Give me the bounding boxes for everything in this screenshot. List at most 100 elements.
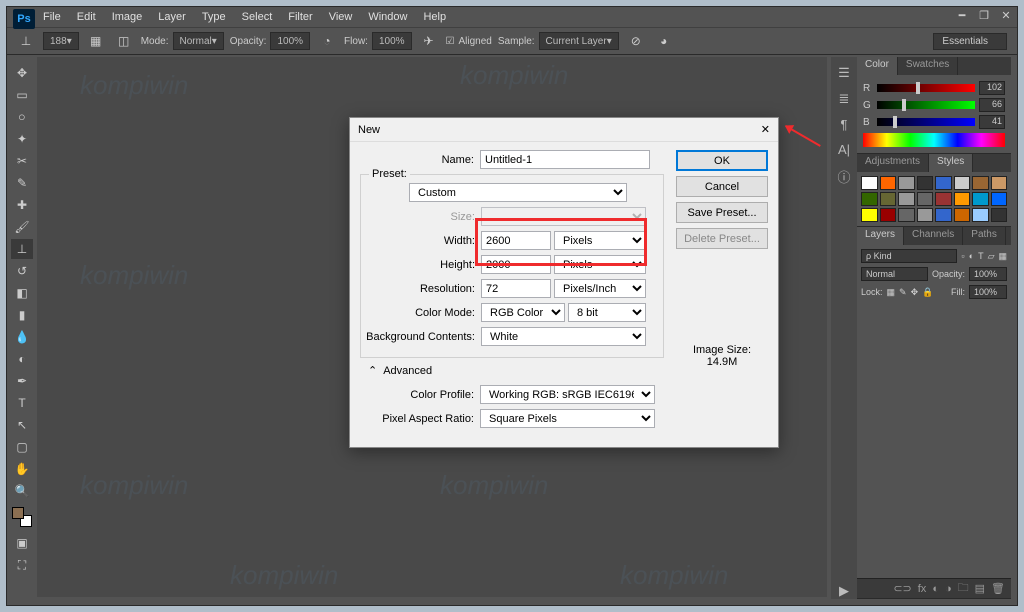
pen-tool[interactable]: ✒ (11, 371, 33, 391)
clone-stamp-tool[interactable]: ⊥ (11, 239, 33, 259)
wand-tool[interactable]: ✦ (11, 129, 33, 149)
eyedropper-tool[interactable]: ✎ (11, 173, 33, 193)
menu-image[interactable]: Image (112, 11, 143, 23)
filter-shape-icon[interactable]: ▱ (988, 251, 995, 262)
cancel-button[interactable]: Cancel (676, 176, 768, 197)
info-panel-icon[interactable]: A| (838, 142, 850, 157)
menu-file[interactable]: File (43, 11, 61, 23)
mb-icon[interactable]: ▶ (839, 583, 849, 599)
fill-value[interactable]: 100% (969, 285, 1007, 299)
lock-pix-icon[interactable]: ▦ (887, 287, 896, 298)
name-input[interactable] (480, 150, 650, 169)
blur-tool[interactable]: 💧 (11, 327, 33, 347)
eraser-tool[interactable]: ◧ (11, 283, 33, 303)
screenmode-icon[interactable]: ⛶ (11, 555, 33, 575)
menu-layer[interactable]: Layer (158, 11, 186, 23)
layer-filter[interactable]: ρ Kind (861, 249, 957, 263)
layer-opacity-value[interactable]: 100% (969, 267, 1007, 281)
crop-tool[interactable]: ✂ (11, 151, 33, 171)
healing-tool[interactable]: ✚ (11, 195, 33, 215)
mask-icon[interactable]: ◐ (932, 583, 939, 595)
workspace-switcher[interactable]: Essentials (933, 33, 1007, 50)
lock-all-icon[interactable]: ✥ (911, 287, 919, 298)
b-slider[interactable] (877, 118, 975, 126)
maximize-icon[interactable]: ❐ (977, 9, 991, 22)
brush-tool[interactable]: 🖌 (11, 217, 33, 237)
new-layer-icon[interactable]: ▤ (975, 582, 985, 595)
nav-panel-icon[interactable]: ⓘ (837, 167, 850, 186)
height-unit[interactable]: Pixels (554, 255, 646, 274)
trash-icon[interactable]: 🗑 (991, 582, 1005, 595)
resolution-unit[interactable]: Pixels/Inch (554, 279, 646, 298)
mode-select[interactable]: Normal ▾ (173, 32, 224, 50)
tab-paths[interactable]: Paths (963, 227, 1006, 245)
filter-adj-icon[interactable]: ◐ (969, 251, 974, 261)
tab-styles[interactable]: Styles (929, 154, 973, 172)
fx-icon[interactable]: fx (918, 583, 927, 595)
tab-swatches[interactable]: Swatches (898, 57, 958, 75)
b-value[interactable]: 41 (979, 115, 1005, 129)
move-tool[interactable]: ✥ (11, 63, 33, 83)
advanced-label[interactable]: Advanced (383, 365, 432, 377)
quickmask-icon[interactable]: ▣ (11, 533, 33, 553)
save-preset-button[interactable]: Save Preset... (676, 202, 768, 223)
resolution-input[interactable] (481, 279, 551, 298)
menu-select[interactable]: Select (242, 11, 273, 23)
lasso-tool[interactable]: ဝ (11, 107, 33, 127)
menu-filter[interactable]: Filter (288, 11, 312, 23)
flow-field[interactable]: 100% (372, 32, 412, 50)
par-select[interactable]: Square Pixels (480, 409, 655, 428)
marquee-tool[interactable]: ▭ (11, 85, 33, 105)
brush-panel-icon[interactable]: ▦ (85, 31, 107, 51)
menu-bar[interactable]: File Edit Image Layer Type Select Filter… (7, 7, 1017, 27)
opacity-field[interactable]: 100% (270, 32, 310, 50)
menu-view[interactable]: View (329, 11, 353, 23)
colormode-select[interactable]: RGB Color (481, 303, 565, 322)
height-input[interactable] (481, 255, 551, 274)
ok-button[interactable]: OK (676, 150, 768, 171)
menu-edit[interactable]: Edit (77, 11, 96, 23)
filter-type-icon[interactable]: T (978, 251, 984, 261)
g-slider[interactable] (877, 101, 975, 109)
tab-layers[interactable]: Layers (857, 227, 904, 245)
colordepth-select[interactable]: 8 bit (568, 303, 646, 322)
preset-select[interactable]: Custom (409, 183, 627, 202)
hand-tool[interactable]: ✋ (11, 459, 33, 479)
blend-mode[interactable]: Normal (861, 267, 928, 281)
lock-icon[interactable]: 🔒 (922, 287, 933, 298)
zoom-tool[interactable]: 🔍 (11, 481, 33, 501)
path-tool[interactable]: ↖ (11, 415, 33, 435)
color-swatches[interactable] (11, 503, 33, 531)
color-ramp[interactable] (863, 133, 1005, 147)
colorprofile-select[interactable]: Working RGB: sRGB IEC61966-2.1 (480, 385, 655, 404)
sample-select[interactable]: Current Layer ▾ (539, 32, 619, 50)
para-panel-icon[interactable]: ¶ (841, 117, 848, 132)
tab-adjustments[interactable]: Adjustments (857, 154, 929, 172)
aligned-checkbox[interactable]: ☑ (446, 36, 455, 47)
r-slider[interactable] (877, 84, 975, 92)
filter-smart-icon[interactable]: ▦ (998, 251, 1007, 262)
menu-type[interactable]: Type (202, 11, 226, 23)
tool-preset-icon[interactable]: ⊥ (15, 31, 37, 51)
type-tool[interactable]: T (11, 393, 33, 413)
history-panel-icon[interactable]: ☰ (838, 65, 850, 81)
bgcontents-select[interactable]: White (481, 327, 646, 346)
clone-source-icon[interactable]: ◫ (113, 31, 135, 51)
pressure-opacity-icon[interactable]: ◔ (316, 31, 338, 51)
styles-grid[interactable] (857, 172, 1011, 226)
char-panel-icon[interactable]: ≣ (839, 91, 850, 107)
width-unit[interactable]: Pixels (554, 231, 646, 250)
group-icon[interactable]: 🗀 (958, 579, 969, 598)
lock-pos-icon[interactable]: ✎ (899, 287, 907, 298)
link-icon[interactable]: ⊂⊃ (893, 582, 911, 595)
adj-icon[interactable]: ◑ (945, 583, 952, 595)
tab-channels[interactable]: Channels (904, 227, 963, 245)
brush-preset[interactable]: 188▾ (43, 32, 79, 50)
close-icon[interactable]: ✕ (999, 9, 1013, 22)
pressure-size-icon[interactable]: ◕ (653, 31, 675, 51)
ignore-adj-icon[interactable]: ⊘ (625, 31, 647, 51)
filter-pix-icon[interactable]: ▫ (961, 251, 964, 261)
g-value[interactable]: 66 (979, 98, 1005, 112)
minimize-icon[interactable]: ━ (955, 9, 969, 22)
advanced-toggle-icon[interactable]: ⌃ (368, 364, 377, 377)
